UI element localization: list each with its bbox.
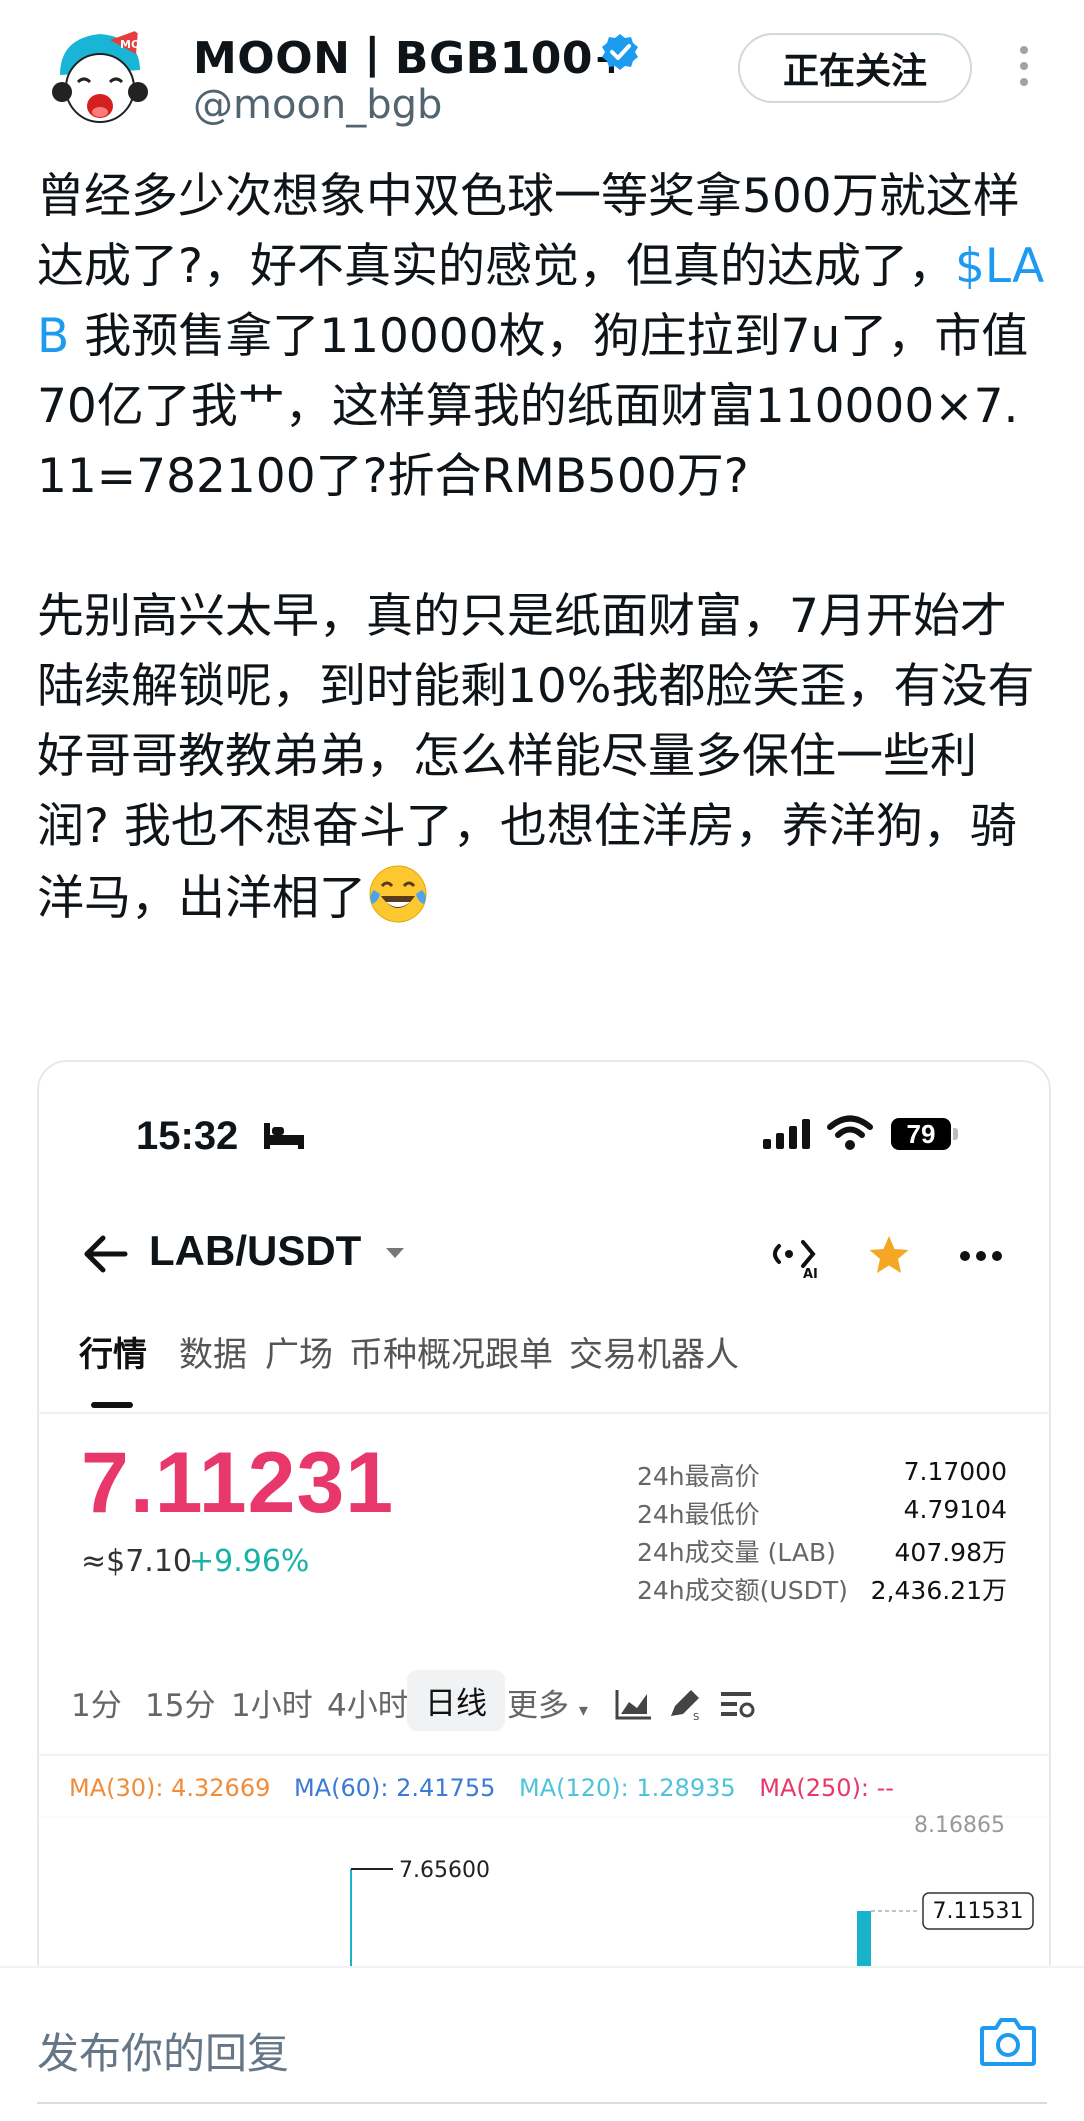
avatar[interactable]: MOON: [40, 20, 160, 140]
24h-stats: 24h最高价 7.17000 24h最低价 4.79104 24h成交量 (LA…: [637, 1457, 1007, 1609]
interval-selector: 1分 15分 1小时 4小时 日线 更多 ▾ S: [39, 1668, 1049, 1732]
stat-row: 24h成交额(USDT) 2,436.21万: [637, 1571, 1007, 1609]
tab-square[interactable]: 广场: [265, 1327, 333, 1376]
battery-indicator: 79: [891, 1118, 951, 1150]
high-marker-label: 7.65600: [399, 1858, 490, 1883]
ma60-label: MA(60): 2.41755: [294, 1774, 496, 1802]
stat-value: 407.98万: [894, 1538, 1007, 1567]
last-price: 7.11231: [81, 1435, 395, 1531]
svg-text:MOON: MOON: [120, 38, 159, 51]
stat-value: 4.79104: [903, 1495, 1007, 1524]
favorite-star-icon[interactable]: [867, 1234, 911, 1276]
attached-image[interactable]: 15:32 79 LAB/USDT AI 行情 数据 广场 币种概况 跟单 交易…: [37, 1060, 1051, 2064]
wifi-icon: [827, 1115, 873, 1150]
tab-copy-trading[interactable]: 跟单: [485, 1327, 553, 1376]
chart-type-icon[interactable]: [613, 1686, 653, 1722]
axis-max-label: 8.16865: [914, 1813, 1005, 1838]
tweet-header: MOON MOON丨BGB100+ @moon_bgb 正在关注: [0, 0, 1084, 150]
current-price-label: 7.11531: [933, 1899, 1024, 1924]
chevron-down-icon: ▾: [578, 1700, 588, 1721]
stat-label: 24h成交额(USDT): [637, 1576, 848, 1605]
indicator-settings-icon[interactable]: [717, 1686, 757, 1722]
stat-value: 7.17000: [903, 1457, 1007, 1486]
stat-label: 24h最低价: [637, 1500, 760, 1529]
interval-15m[interactable]: 15分: [145, 1680, 215, 1725]
display-name[interactable]: MOON丨BGB100+: [193, 22, 630, 86]
stat-row: 24h最高价 7.17000: [637, 1457, 1007, 1495]
stat-row: 24h最低价 4.79104: [637, 1495, 1007, 1533]
ma250-label: MA(250): --: [759, 1774, 894, 1802]
tab-market[interactable]: 行情: [79, 1327, 147, 1376]
tweet-paragraph-2: 先别高兴太早，真的只是纸面财富，7月开始才陆续解锁呢，到时能剩10%我都脸笑歪，…: [37, 589, 1035, 926]
reply-underline: [37, 2102, 1047, 2104]
stat-row: 24h成交量 (LAB) 407.98万: [637, 1533, 1007, 1571]
draw-tool-icon[interactable]: S: [665, 1686, 705, 1722]
divider: [39, 1754, 1049, 1756]
reply-bar: 发布你的回复: [0, 1966, 1084, 2121]
usd-price: ≈$7.10: [81, 1544, 193, 1579]
svg-text:S: S: [693, 1712, 699, 1722]
stat-label: 24h最高价: [637, 1462, 760, 1491]
interval-more-label: 更多: [507, 1688, 569, 1724]
ai-assistant-icon[interactable]: AI: [769, 1232, 829, 1282]
cell-signal-icon: [763, 1119, 810, 1149]
verified-badge-icon: [602, 34, 638, 70]
active-tab-indicator: [91, 1402, 133, 1408]
trading-pair-title[interactable]: LAB/USDT: [149, 1227, 361, 1275]
svg-text:AI: AI: [803, 1267, 818, 1282]
tab-data[interactable]: 数据: [179, 1327, 247, 1376]
tab-coin-overview[interactable]: 币种概况: [349, 1327, 485, 1376]
moving-average-legend: MA(30): 4.32669 MA(60): 2.41755 MA(120):…: [69, 1774, 910, 1802]
tweet-text: 曾经多少次想象中双色球一等奖拿500万就这样达成了?，好不真实的感觉，但真的达成…: [37, 162, 1047, 934]
ma120-label: MA(120): 1.28935: [519, 1774, 736, 1802]
interval-daily[interactable]: 日线: [407, 1670, 505, 1731]
ma30-label: MA(30): 4.32669: [69, 1774, 271, 1802]
back-arrow-icon[interactable]: [81, 1234, 129, 1274]
divider: [39, 1412, 1049, 1414]
interval-4h[interactable]: 4小时: [327, 1680, 409, 1725]
following-button[interactable]: 正在关注: [738, 33, 972, 103]
battery-tip: [953, 1128, 958, 1140]
user-handle[interactable]: @moon_bgb: [193, 82, 442, 128]
tears-of-joy-emoji-icon: [369, 865, 427, 923]
interval-more[interactable]: 更多 ▾: [507, 1680, 588, 1725]
interval-1h[interactable]: 1小时: [231, 1680, 313, 1725]
interval-1m[interactable]: 1分: [71, 1680, 122, 1725]
reply-input[interactable]: 发布你的回复: [37, 2020, 289, 2081]
pair-dropdown-icon[interactable]: [386, 1248, 404, 1258]
status-time: 15:32: [136, 1114, 239, 1158]
tweet-paragraph-1-cont: 我预售拿了110000枚，狗庄拉到7u了，市值70亿了我艹，这样算我的纸面财富1…: [37, 309, 1029, 504]
price-change: +9.96%: [189, 1544, 310, 1579]
tab-trading-bot[interactable]: 交易机器人: [569, 1327, 739, 1376]
sleep-mode-icon: [264, 1123, 304, 1149]
tweet-paragraph-1: 曾经多少次想象中双色球一等奖拿500万就这样达成了?，好不真实的感觉，但真的达成…: [37, 169, 1020, 294]
more-menu-icon[interactable]: [959, 1250, 1003, 1262]
camera-icon[interactable]: [978, 2014, 1038, 2070]
stat-label: 24h成交量 (LAB): [637, 1538, 836, 1567]
more-options-icon[interactable]: [1016, 46, 1032, 96]
stat-value: 2,436.21万: [870, 1576, 1007, 1605]
